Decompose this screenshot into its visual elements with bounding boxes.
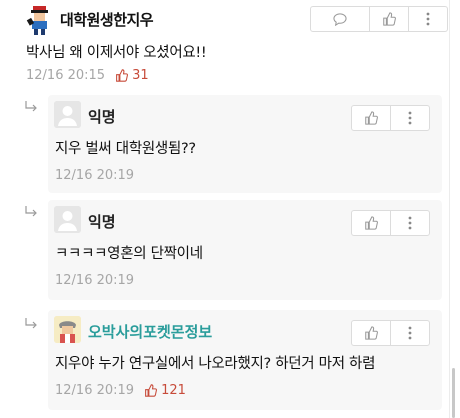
divider [449, 0, 450, 418]
anonymous-avatar-icon [54, 101, 81, 128]
reply-arrow-icon [25, 101, 37, 112]
comment-actions [310, 6, 448, 32]
reply-arrow-icon [25, 206, 37, 217]
thumbs-up-icon [145, 384, 158, 397]
scrollbar[interactable] [452, 368, 455, 418]
reply-arrow-icon [25, 318, 37, 329]
thumbs-up-icon [365, 216, 378, 230]
reply-actions [351, 210, 430, 236]
reply-actions [351, 105, 430, 131]
more-button[interactable] [390, 211, 429, 235]
more-icon [408, 111, 412, 125]
reply-meta: 12/16 20:19 121 [55, 383, 186, 398]
reply-icon [333, 12, 347, 26]
thumbs-up-icon [383, 12, 396, 26]
reply-meta: 12/16 20:19 [55, 273, 134, 288]
like-button[interactable] [352, 321, 390, 345]
reply-text: 지우 벌써 대학원생됨?? [55, 141, 196, 157]
thumbs-up-icon [116, 69, 129, 82]
anonymous-avatar-icon [54, 206, 81, 233]
comment-author[interactable]: 대학원생한지우 [60, 9, 154, 30]
thumbs-up-icon [365, 111, 378, 125]
more-icon [408, 216, 412, 230]
reply-item: 익명 지우 벌써 대학원생됨?? 12/16 20:19 [48, 95, 442, 193]
reply-text: 지우야 누가 연구실에서 나오라했지? 하던거 마저 하렴 [55, 356, 376, 372]
reply-author[interactable]: 오박사의포켓몬정보 [88, 321, 212, 342]
thumbs-up-icon [365, 326, 378, 340]
comment: 대학원생한지우 박사님 왜 이제서야 오셨어요!! 12/16 20:15 31 [0, 0, 448, 92]
reply-button[interactable] [311, 7, 369, 31]
like-button[interactable] [369, 7, 408, 31]
reply-author[interactable]: 익명 [88, 211, 116, 232]
more-button[interactable] [390, 106, 429, 130]
reply-meta: 12/16 20:19 [55, 168, 134, 183]
like-count: 121 [144, 383, 186, 398]
like-count: 31 [115, 68, 149, 83]
user-avatar[interactable] [24, 4, 54, 36]
comment-meta: 12/16 20:15 31 [26, 68, 149, 83]
more-button[interactable] [408, 7, 447, 31]
like-button[interactable] [352, 211, 390, 235]
reply-actions [351, 320, 430, 346]
reply-item: 익명 ㅋㅋㅋㅋ영혼의 단짝이네 12/16 20:19 [48, 200, 442, 300]
comment-time: 12/16 20:15 [26, 68, 106, 83]
comment-text: 박사님 왜 이제서야 오셨어요!! [26, 45, 207, 61]
more-button[interactable] [390, 321, 429, 345]
reply-time: 12/16 20:19 [55, 383, 135, 398]
reply-time: 12/16 20:19 [55, 168, 135, 183]
reply-author[interactable]: 익명 [88, 106, 116, 127]
reply-text: ㅋㅋㅋㅋ영혼의 단짝이네 [55, 246, 203, 262]
reply-item: 오박사의포켓몬정보 지우야 누가 연구실에서 나오라했지? 하던거 마저 하렴 … [48, 310, 442, 410]
user-avatar[interactable] [54, 316, 81, 343]
more-icon [408, 326, 412, 340]
like-button[interactable] [352, 106, 390, 130]
reply-time: 12/16 20:19 [55, 273, 135, 288]
more-icon [426, 12, 430, 26]
